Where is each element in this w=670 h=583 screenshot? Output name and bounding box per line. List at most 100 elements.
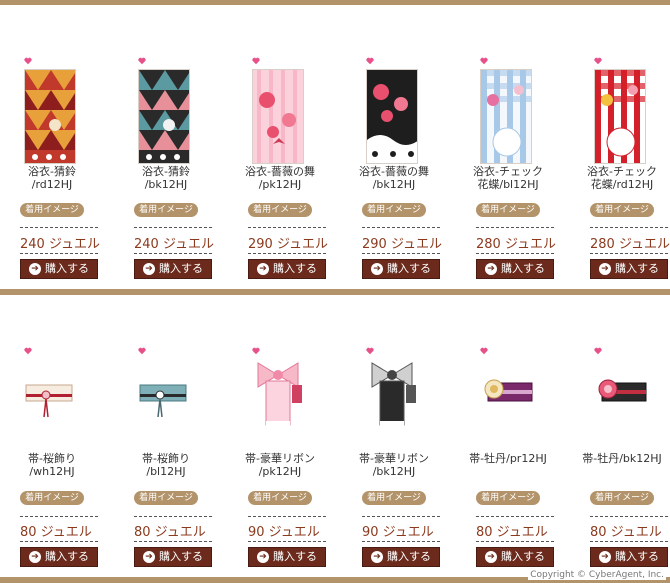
arrow-right-circle-icon: ➔: [29, 551, 41, 563]
heart-icon[interactable]: [24, 57, 32, 65]
wear-preview-button[interactable]: 着用イメージ: [134, 491, 198, 505]
product-card: 浴衣-薔薇の舞/bk12HJ 着用イメージ 290 ジュエル ➔ 購入する: [352, 5, 466, 285]
divider: [590, 541, 668, 542]
product-name: 帯-豪華リボン/pk12HJ: [245, 452, 315, 478]
buy-button[interactable]: ➔ 購入する: [20, 259, 98, 279]
product-card: 浴衣-猜鈴/rd12HJ 着用イメージ 240 ジュエル ➔ 購入する: [10, 5, 124, 285]
divider: [248, 253, 326, 254]
buy-button[interactable]: ➔ 購入する: [590, 547, 668, 567]
product-image[interactable]: [138, 351, 196, 431]
divider: [20, 253, 98, 254]
product-card: 浴衣-薔薇の舞/pk12HJ 着用イメージ 290 ジュエル ➔ 購入する: [238, 5, 352, 285]
product-card: 浴衣-猜鈴/bk12HJ 着用イメージ 240 ジュエル ➔ 購入する: [124, 5, 238, 285]
wear-preview-button[interactable]: 着用イメージ: [248, 491, 312, 505]
heart-icon[interactable]: [366, 57, 374, 65]
price: 240 ジュエル: [134, 237, 215, 252]
divider: [590, 227, 668, 228]
product-image[interactable]: [480, 351, 538, 431]
divider: [248, 227, 326, 228]
wear-preview-button[interactable]: 着用イメージ: [476, 203, 540, 217]
wear-preview-button[interactable]: 着用イメージ: [362, 491, 426, 505]
price: 80 ジュエル: [134, 525, 206, 540]
wear-preview-button[interactable]: 着用イメージ: [248, 203, 312, 217]
buy-button[interactable]: ➔ 購入する: [134, 547, 212, 567]
product-image[interactable]: [594, 351, 652, 431]
divider: [20, 516, 98, 517]
product-image[interactable]: [480, 69, 532, 164]
product-name: 浴衣-薔薇の舞/bk12HJ: [359, 165, 429, 191]
heart-icon[interactable]: [252, 57, 260, 65]
buy-button[interactable]: ➔ 購入する: [248, 259, 326, 279]
price: 90 ジュエル: [248, 525, 320, 540]
buy-button[interactable]: ➔ 購入する: [134, 259, 212, 279]
divider: [476, 541, 554, 542]
divider: [20, 541, 98, 542]
obi-section: 帯-桜飾り/wh12HJ 着用イメージ 80 ジュエル ➔ 購入する 帯-桜飾り /…: [0, 295, 670, 575]
product-image[interactable]: [138, 69, 190, 164]
divider: [476, 253, 554, 254]
divider: [476, 227, 554, 228]
divider: [362, 541, 440, 542]
buy-button[interactable]: ➔ 購入する: [476, 259, 554, 279]
divider: [248, 541, 326, 542]
buy-button[interactable]: ➔ 購入する: [362, 547, 440, 567]
wear-preview-button[interactable]: 着用イメージ: [362, 203, 426, 217]
arrow-right-circle-icon: ➔: [599, 263, 611, 275]
wear-preview-button[interactable]: 着用イメージ: [476, 491, 540, 505]
price: 80 ジュエル: [590, 525, 662, 540]
product-name: 浴衣-チェック 花蝶/rd12HJ: [587, 165, 657, 191]
arrow-right-circle-icon: ➔: [257, 551, 269, 563]
product-card: 帯-桜飾り/bl12HJ 着用イメージ 80 ジュエル ➔ 購入する: [124, 295, 238, 575]
arrow-right-circle-icon: ➔: [143, 551, 155, 563]
arrow-right-circle-icon: ➔: [485, 263, 497, 275]
buy-button[interactable]: ➔ 購入する: [590, 259, 668, 279]
divider: [362, 253, 440, 254]
product-name: 浴衣-薔薇の舞/pk12HJ: [245, 165, 315, 191]
product-name: 浴衣-猜鈴/rd12HJ: [28, 165, 76, 191]
wear-preview-button[interactable]: 着用イメージ: [20, 491, 84, 505]
price: 90 ジュエル: [362, 525, 434, 540]
product-image[interactable]: [366, 351, 424, 431]
product-name: 帯-豪華リボン/bk12HJ: [359, 452, 429, 478]
product-image[interactable]: [252, 69, 304, 164]
heart-icon[interactable]: [138, 57, 146, 65]
product-image[interactable]: [252, 351, 310, 431]
yukata-section: 浴衣-猜鈴/rd12HJ 着用イメージ 240 ジュエル ➔ 購入する 浴衣-猜鈴…: [0, 5, 670, 285]
wear-preview-button[interactable]: 着用イメージ: [590, 203, 654, 217]
divider: [476, 516, 554, 517]
buy-button[interactable]: ➔ 購入する: [248, 547, 326, 567]
buy-button[interactable]: ➔ 購入する: [20, 547, 98, 567]
product-name: 帯-桜飾り/bl12HJ: [142, 452, 190, 478]
product-image[interactable]: [594, 69, 646, 164]
heart-icon[interactable]: [594, 57, 602, 65]
divider: [134, 227, 212, 228]
wear-preview-button[interactable]: 着用イメージ: [20, 203, 84, 217]
buy-button[interactable]: ➔ 購入する: [362, 259, 440, 279]
price: 80 ジュエル: [20, 525, 92, 540]
wear-preview-button[interactable]: 着用イメージ: [134, 203, 198, 217]
product-card: 浴衣-チェック 花蝶/bl12HJ 着用イメージ 280 ジュエル ➔ 購入する: [466, 5, 580, 285]
product-image[interactable]: [24, 69, 76, 164]
product-image[interactable]: [366, 69, 418, 164]
arrow-right-circle-icon: ➔: [29, 263, 41, 275]
product-card: 浴衣-チェック 花蝶/rd12HJ 着用イメージ 280 ジュエル ➔ 購入する: [580, 5, 670, 285]
product-name: 帯-牡丹/pr12HJ: [469, 452, 547, 465]
divider: [134, 516, 212, 517]
heart-icon[interactable]: [480, 57, 488, 65]
product-card: 帯-豪華リボン/bk12HJ 着用イメージ 90 ジュエル ➔ 購入する: [352, 295, 466, 575]
product-card: 帯-牡丹/bk12HJ 着用イメージ 80 ジュエル ➔ 購入する: [580, 295, 670, 575]
product-image[interactable]: [24, 351, 82, 431]
product-name: 帯-桜飾り/wh12HJ: [28, 452, 76, 478]
divider: [590, 516, 668, 517]
product-name: 帯-牡丹/bk12HJ: [582, 452, 662, 465]
price: 280 ジュエル: [590, 237, 670, 252]
buy-button[interactable]: ➔ 購入する: [476, 547, 554, 567]
divider: [362, 227, 440, 228]
wear-preview-button[interactable]: 着用イメージ: [590, 491, 654, 505]
arrow-right-circle-icon: ➔: [143, 263, 155, 275]
arrow-right-circle-icon: ➔: [257, 263, 269, 275]
copyright: Copyright © CyberAgent, Inc.: [528, 570, 666, 580]
price: 240 ジュエル: [20, 237, 101, 252]
product-card: 帯-桜飾り/wh12HJ 着用イメージ 80 ジュエル ➔ 購入する: [10, 295, 124, 575]
divider: [20, 227, 98, 228]
